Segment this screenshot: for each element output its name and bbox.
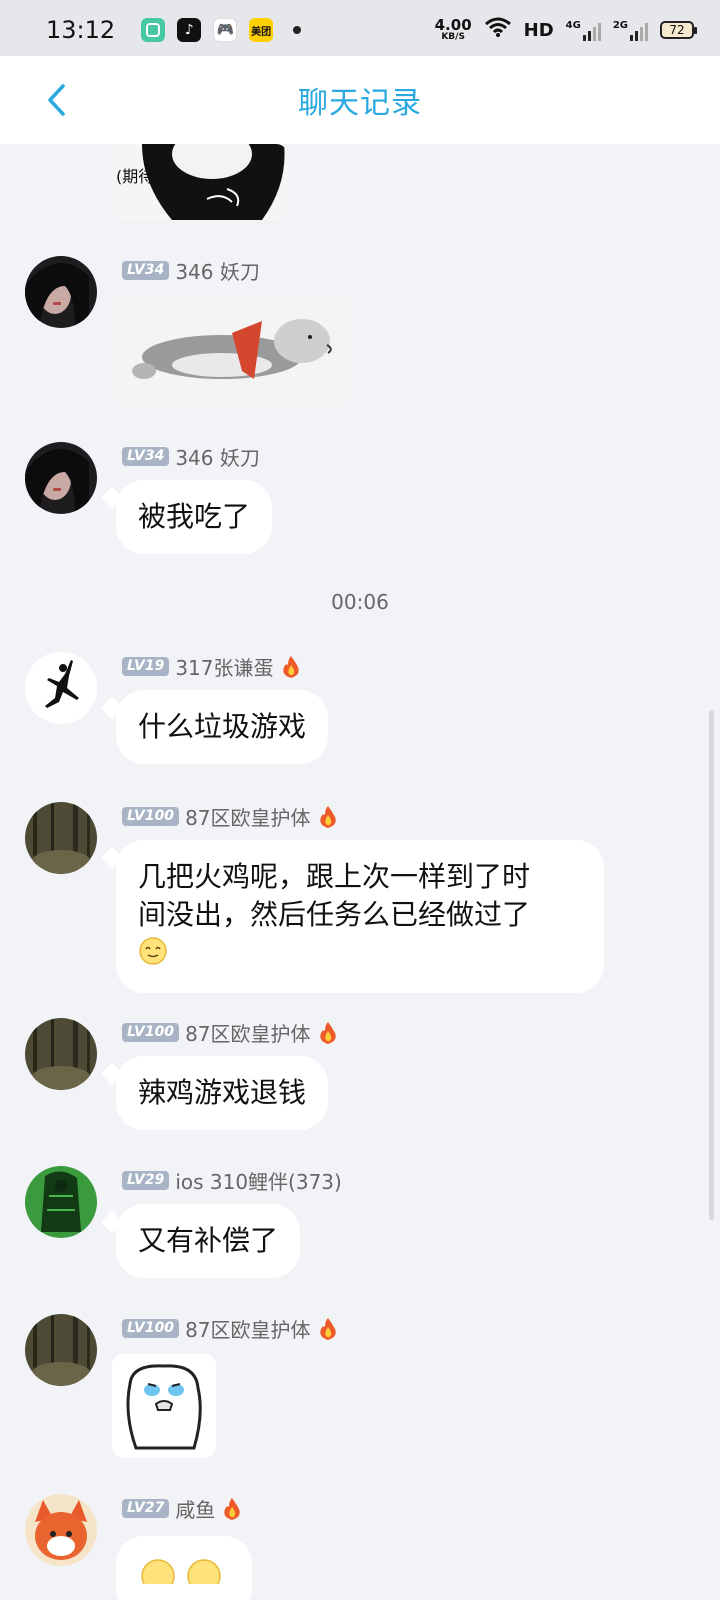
- timestamp: 00:06: [331, 590, 389, 614]
- sender-info: LV34 346 妖刀: [122, 442, 260, 471]
- flame-icon: [282, 655, 299, 678]
- message-text: 被我吃了: [138, 500, 251, 533]
- avatar[interactable]: [25, 256, 97, 328]
- message-bubble[interactable]: 什么垃圾游戏: [116, 690, 329, 764]
- message-bubble[interactable]: 被我吃了: [116, 480, 273, 554]
- scrollbar[interactable]: [709, 710, 714, 1220]
- message-text: 什么垃圾游戏: [138, 710, 307, 743]
- page-title: 聊天记录: [298, 86, 422, 121]
- sender-name: 317张谦蛋: [175, 656, 274, 680]
- game-icon: 🎮: [213, 18, 238, 42]
- sender-info: LV27 咸鱼: [122, 1494, 243, 1523]
- message-bubble[interactable]: 又有补偿了: [116, 1204, 301, 1278]
- level-badge: LV34: [122, 446, 170, 467]
- hd-label: HD: [523, 19, 554, 41]
- net-speed: 4.00 KB/S: [434, 16, 472, 42]
- status-bar: 13:12 ♪ 🎮 美团 4.00 KB/S HD 4G 2G 72: [0, 0, 720, 60]
- message-text: 几把火鸡呢，跟上次一样到了时: [138, 860, 531, 893]
- level-badge: LV100: [122, 1318, 180, 1339]
- level-badge: LV100: [122, 806, 180, 827]
- sender-info: LV100 87区欧皇护体: [122, 1314, 339, 1343]
- emoji-icon: [141, 1559, 221, 1593]
- sender-name: 87区欧皇护体: [185, 806, 311, 830]
- avatar[interactable]: [25, 442, 97, 514]
- sender-name: 346 妖刀: [175, 260, 260, 284]
- chat-history[interactable]: (期待) LV34 346 妖刀 LV34 346 妖刀 被我吃了 00:06 …: [0, 144, 720, 1600]
- sender-name: 咸鱼: [175, 1498, 216, 1522]
- back-button[interactable]: [38, 82, 74, 118]
- wifi-icon: [484, 16, 512, 44]
- title-bar: 聊天记录: [0, 56, 720, 144]
- sender-name: 87区欧皇护体: [185, 1022, 311, 1046]
- avatar[interactable]: [25, 1166, 97, 1238]
- message-bubble[interactable]: 辣鸡游戏退钱: [116, 1056, 329, 1130]
- notification-dot-icon: [293, 26, 302, 34]
- avatar[interactable]: [25, 1494, 97, 1566]
- sticker-caption: (期待): [116, 167, 161, 186]
- sender-name: ios 310鲤伴(373): [175, 1170, 342, 1194]
- avatar[interactable]: [25, 1314, 97, 1386]
- flame-icon: [319, 1317, 336, 1340]
- level-badge: LV27: [122, 1498, 170, 1519]
- flame-icon: [319, 1021, 336, 1044]
- sender-name: 346 妖刀: [175, 446, 260, 470]
- level-badge: LV34: [122, 260, 170, 281]
- smile-emoji-icon: [138, 936, 582, 976]
- signal-2g-icon: 2G: [613, 19, 648, 41]
- sticker-image[interactable]: [112, 1354, 216, 1458]
- message-text: 辣鸡游戏退钱: [138, 1076, 307, 1109]
- flame-icon: [224, 1497, 241, 1520]
- message-bubble[interactable]: 几把火鸡呢，跟上次一样到了时 间没出，然后任务么已经做过了: [116, 840, 604, 994]
- chevron-left-icon: [48, 84, 65, 116]
- signal-4g-icon: 4G: [566, 19, 601, 41]
- battery-icon: 72: [660, 21, 697, 39]
- meituan-icon: 美团: [249, 18, 274, 42]
- message-text: 间没出，然后任务么已经做过了: [138, 897, 531, 931]
- sender-info: LV100 87区欧皇护体: [122, 1018, 339, 1047]
- avatar[interactable]: [25, 802, 97, 874]
- level-badge: LV19: [122, 656, 170, 677]
- message-bubble[interactable]: [116, 1536, 252, 1600]
- avatar[interactable]: [25, 652, 97, 724]
- sender-info: LV29 ios 310鲤伴(373): [122, 1166, 342, 1195]
- avatar[interactable]: [25, 1018, 97, 1090]
- flame-icon: [319, 805, 336, 828]
- level-badge: LV29: [122, 1170, 170, 1191]
- sender-info: LV34 346 妖刀: [122, 256, 260, 285]
- level-badge: LV100: [122, 1022, 180, 1043]
- sender-name: 87区欧皇护体: [185, 1318, 311, 1342]
- sender-info: LV100 87区欧皇护体: [122, 802, 339, 831]
- tiktok-icon: ♪: [177, 18, 202, 42]
- message-text: 又有补偿了: [138, 1224, 279, 1257]
- status-time: 13:12: [46, 16, 116, 44]
- green-app-icon: [141, 18, 166, 42]
- sticker-image[interactable]: [112, 293, 350, 405]
- sticker-image[interactable]: (期待): [112, 144, 288, 220]
- sender-info: LV19 317张谦蛋: [122, 652, 302, 681]
